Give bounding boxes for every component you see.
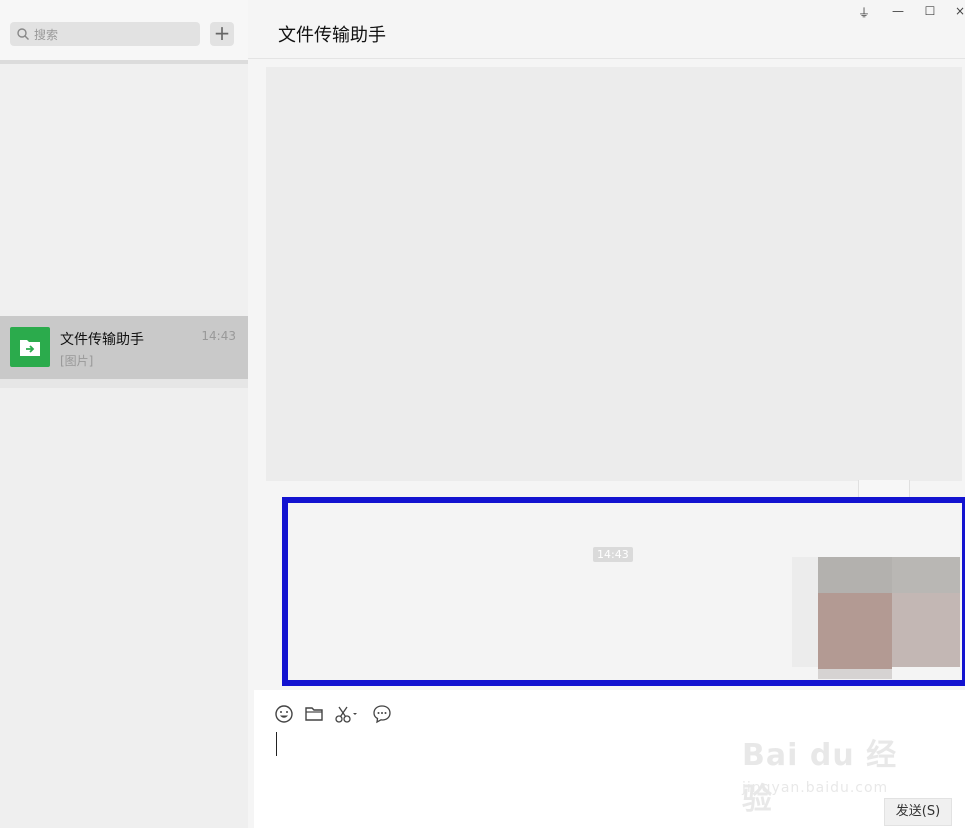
folder-arrow-icon [20, 340, 40, 356]
text-cursor [276, 732, 277, 756]
add-button[interactable]: + [210, 22, 234, 46]
search-area: + [0, 0, 248, 64]
send-button[interactable]: 发送(S) [884, 798, 952, 826]
emoji-icon[interactable] [274, 704, 294, 724]
chat-bubble-icon[interactable] [372, 704, 392, 724]
baidu-watermark: Bai du 经验 jingyan.baidu.com [742, 720, 922, 817]
blank-area [0, 64, 256, 310]
divider [0, 379, 252, 388]
search-icon [17, 28, 29, 40]
file-transfer-avatar [10, 327, 50, 367]
title-bar: 文件传输助手 ⏚ — ☐ × [248, 0, 965, 59]
chat-time: 14:43 [201, 329, 236, 343]
folder-icon[interactable] [304, 704, 324, 724]
chat-preview: [图片] [60, 354, 94, 368]
pin-icon[interactable]: ⏚ [856, 4, 872, 21]
watermark-url: jingyan.baidu.com [742, 780, 889, 796]
message-input-area[interactable]: Bai du 经验 jingyan.baidu.com 发送(S) [254, 690, 965, 828]
image-message[interactable] [792, 557, 960, 679]
scissors-icon[interactable] [334, 704, 360, 724]
maximize-icon[interactable]: ☐ [922, 4, 938, 18]
sidebar: + 文件传输助手 14:43 [图片] [0, 0, 256, 828]
search-box[interactable] [10, 22, 200, 46]
blank-area [0, 388, 252, 828]
minimize-icon[interactable]: — [890, 4, 906, 18]
highlighted-message: 14:43 [282, 497, 965, 686]
close-icon[interactable]: × [952, 4, 965, 18]
chat-list-item[interactable]: 文件传输助手 14:43 [图片] [0, 316, 248, 379]
chat-panel: 文件传输助手 ⏚ — ☐ × 14:43 Bai du 经验 jingyan.b… [248, 0, 965, 828]
search-input[interactable] [32, 24, 196, 46]
message-timestamp: 14:43 [593, 547, 633, 562]
blurred-message-area [266, 67, 962, 481]
page-title: 文件传输助手 [278, 25, 386, 46]
chat-name: 文件传输助手 [60, 332, 144, 348]
